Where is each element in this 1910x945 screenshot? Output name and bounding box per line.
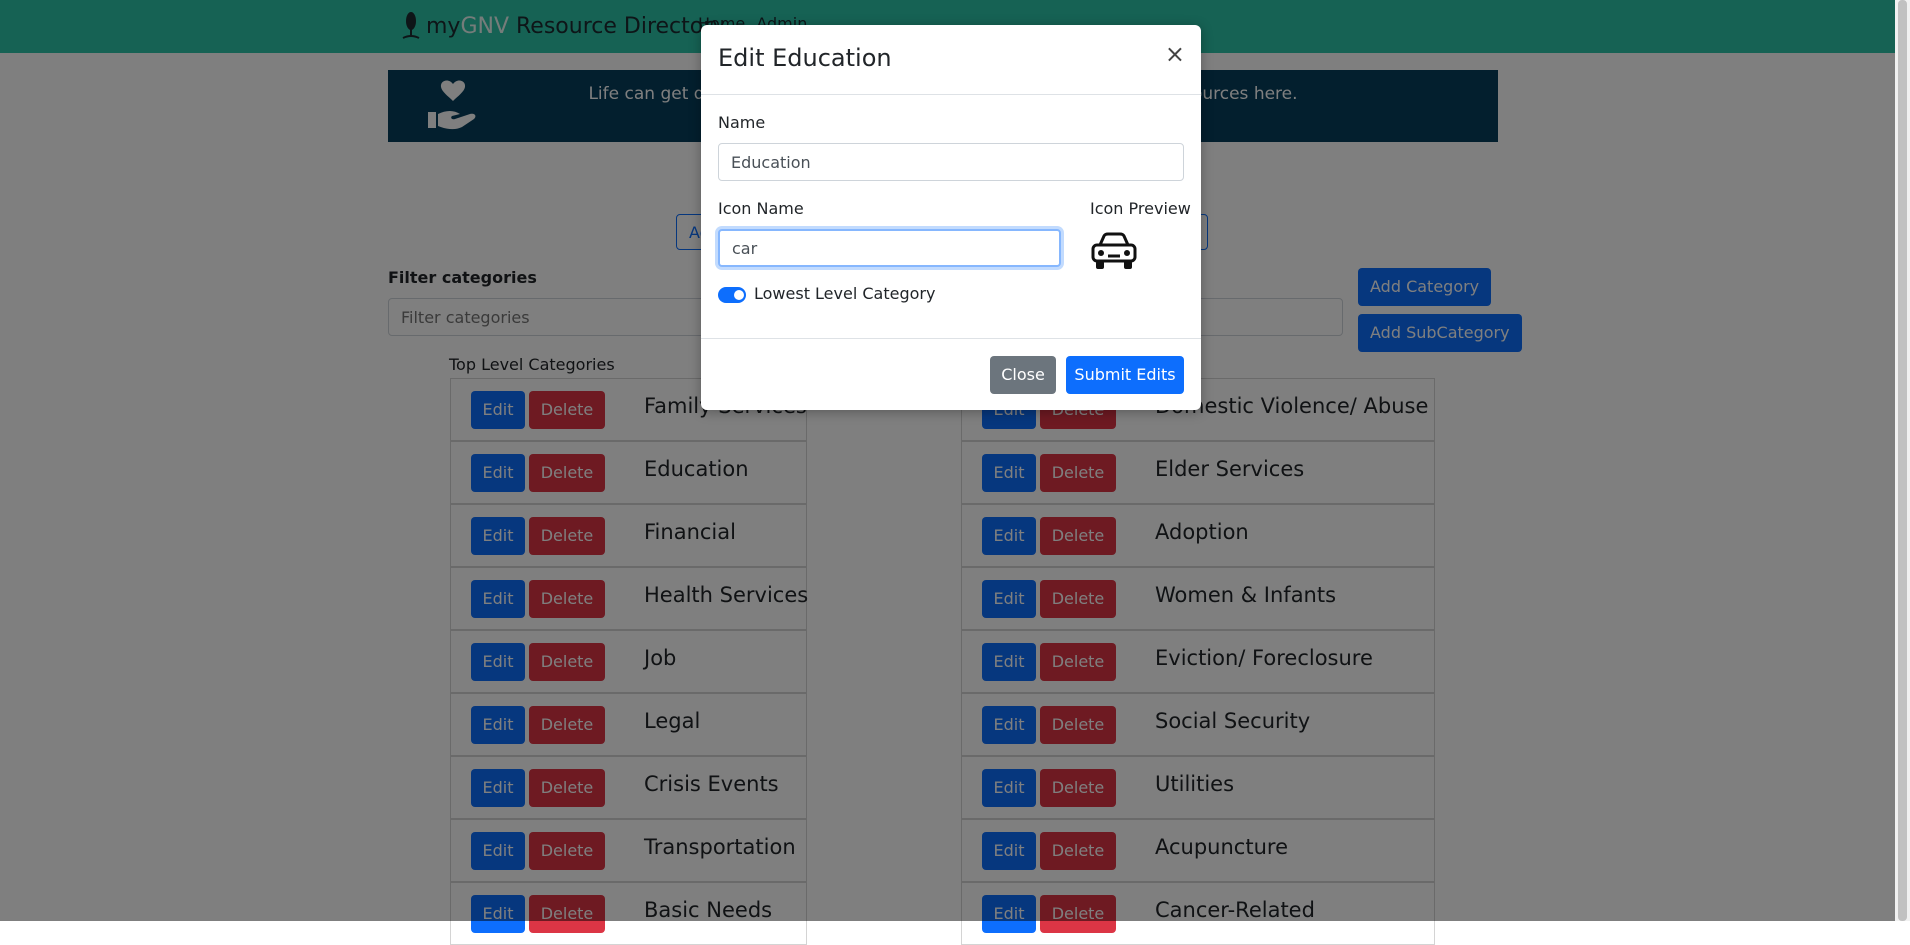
edit-category-modal: Edit Education × Name Icon Name Icon Pre… (701, 25, 1201, 410)
name-input[interactable] (718, 143, 1184, 181)
icon-name-input[interactable] (718, 229, 1061, 267)
page-scrollbar[interactable] (1895, 0, 1910, 921)
submit-edits-button[interactable]: Submit Edits (1066, 356, 1184, 394)
close-icon[interactable]: × (1165, 40, 1185, 68)
scrollbar-thumb[interactable] (1898, 0, 1907, 921)
car-icon (1091, 232, 1137, 269)
close-button[interactable]: Close (990, 356, 1056, 394)
icon-preview-label: Icon Preview (1090, 199, 1191, 218)
name-label: Name (718, 113, 766, 132)
lowest-level-toggle[interactable] (718, 287, 746, 303)
lowest-level-label: Lowest Level Category (754, 284, 936, 303)
icon-name-label: Icon Name (718, 199, 804, 218)
toggle-knob (734, 290, 744, 300)
modal-title: Edit Education (718, 44, 892, 72)
modal-footer (701, 338, 1201, 339)
modal-header: Edit Education × (701, 25, 1201, 95)
